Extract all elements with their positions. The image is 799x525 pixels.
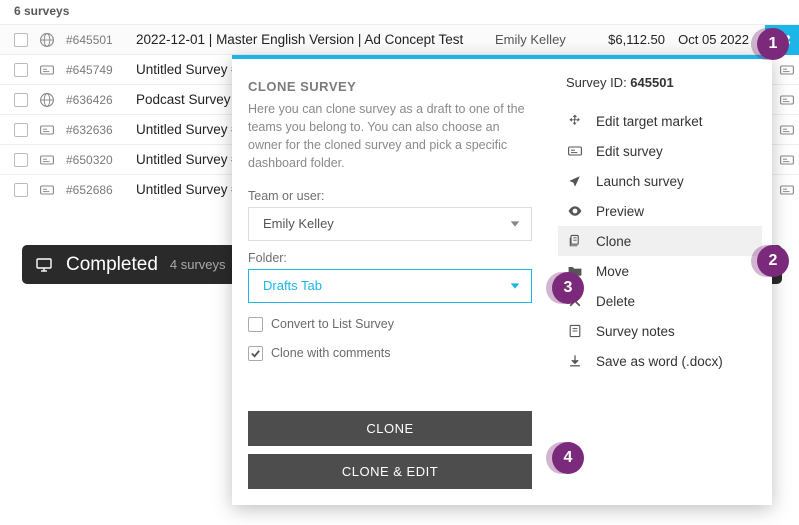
row-checkbox[interactable] xyxy=(14,33,28,47)
survey-date: Oct 05 2022 xyxy=(675,32,755,47)
completed-count: 4 surveys xyxy=(170,257,226,272)
menu-preview[interactable]: Preview xyxy=(558,196,762,226)
folder-select[interactable]: Drafts Tab xyxy=(248,269,532,303)
panel-description: Here you can clone survey as a draft to … xyxy=(248,100,532,173)
row-checkbox[interactable] xyxy=(14,153,28,167)
card-icon xyxy=(38,121,56,139)
survey-count: 6 surveys xyxy=(0,0,799,24)
launch-icon xyxy=(566,172,584,190)
checkbox-unchecked[interactable] xyxy=(248,317,263,332)
survey-owner: Emily Kelley xyxy=(495,32,585,47)
copy-icon xyxy=(566,232,584,250)
menu-clone[interactable]: Clone xyxy=(558,226,762,256)
chevron-down-icon xyxy=(509,218,521,230)
note-icon xyxy=(566,322,584,340)
team-select-value: Emily Kelley xyxy=(263,216,334,231)
menu-edit-target-market[interactable]: Edit target market xyxy=(558,106,762,136)
clone-edit-button[interactable]: CLONE & EDIT xyxy=(248,454,532,489)
convert-label: Convert to List Survey xyxy=(271,317,394,331)
menu-survey-notes[interactable]: Survey notes xyxy=(558,316,762,346)
folder-label: Folder: xyxy=(248,251,532,265)
card-icon xyxy=(38,181,56,199)
menu-save-as-word[interactable]: Save as word (.docx) xyxy=(558,346,762,376)
move-icon xyxy=(566,112,584,130)
menu-edit-survey[interactable]: Edit survey xyxy=(558,136,762,166)
row-checkbox[interactable] xyxy=(14,123,28,137)
callout-2: 2 xyxy=(757,245,789,277)
team-label: Team or user: xyxy=(248,189,532,203)
callout-4: 4 xyxy=(552,442,584,474)
callout-3: 3 xyxy=(552,272,584,304)
card-icon xyxy=(566,142,584,160)
clone-survey-panel: CLONE SURVEY Here you can clone survey a… xyxy=(232,55,772,505)
clone-comments-checkbox-row[interactable]: Clone with comments xyxy=(248,346,532,361)
survey-id-display: Survey ID: 645501 xyxy=(558,75,762,90)
survey-id: #652686 xyxy=(66,183,126,197)
globe-icon xyxy=(38,31,56,49)
row-checkbox[interactable] xyxy=(14,63,28,77)
callout-1: 1 xyxy=(757,28,789,60)
survey-id: #636426 xyxy=(66,93,126,107)
convert-checkbox-row[interactable]: Convert to List Survey xyxy=(248,317,532,332)
survey-price: $6,112.50 xyxy=(595,32,665,47)
row-checkbox[interactable] xyxy=(14,183,28,197)
menu-move[interactable]: Move xyxy=(558,256,762,286)
menu-delete[interactable]: Delete xyxy=(558,286,762,316)
card-icon xyxy=(38,61,56,79)
card-icon xyxy=(38,151,56,169)
survey-row[interactable]: #645501 2022-12-01 | Master English Vers… xyxy=(0,24,799,54)
clone-button[interactable]: CLONE xyxy=(248,411,532,446)
survey-id: #645749 xyxy=(66,63,126,77)
presentation-icon xyxy=(34,255,54,275)
row-action-icon[interactable] xyxy=(775,92,799,108)
team-select[interactable]: Emily Kelley xyxy=(248,207,532,241)
folder-select-value: Drafts Tab xyxy=(263,278,322,293)
survey-id: #645501 xyxy=(66,33,126,47)
globe-icon xyxy=(38,91,56,109)
download-icon xyxy=(566,352,584,370)
panel-title: CLONE SURVEY xyxy=(248,79,532,94)
chevron-down-icon xyxy=(509,280,521,292)
survey-id: #650320 xyxy=(66,153,126,167)
row-action-icon[interactable] xyxy=(775,62,799,78)
eye-icon xyxy=(566,202,584,220)
row-action-icon[interactable] xyxy=(775,122,799,138)
survey-id: #632636 xyxy=(66,123,126,137)
survey-title: 2022-12-01 | Master English Version | Ad… xyxy=(136,32,485,47)
row-checkbox[interactable] xyxy=(14,93,28,107)
menu-launch-survey[interactable]: Launch survey xyxy=(558,166,762,196)
completed-label: Completed xyxy=(66,254,158,276)
clone-comments-label: Clone with comments xyxy=(271,346,391,360)
checkbox-checked[interactable] xyxy=(248,346,263,361)
row-action-icon[interactable] xyxy=(775,152,799,168)
row-action-icon[interactable] xyxy=(775,182,799,198)
